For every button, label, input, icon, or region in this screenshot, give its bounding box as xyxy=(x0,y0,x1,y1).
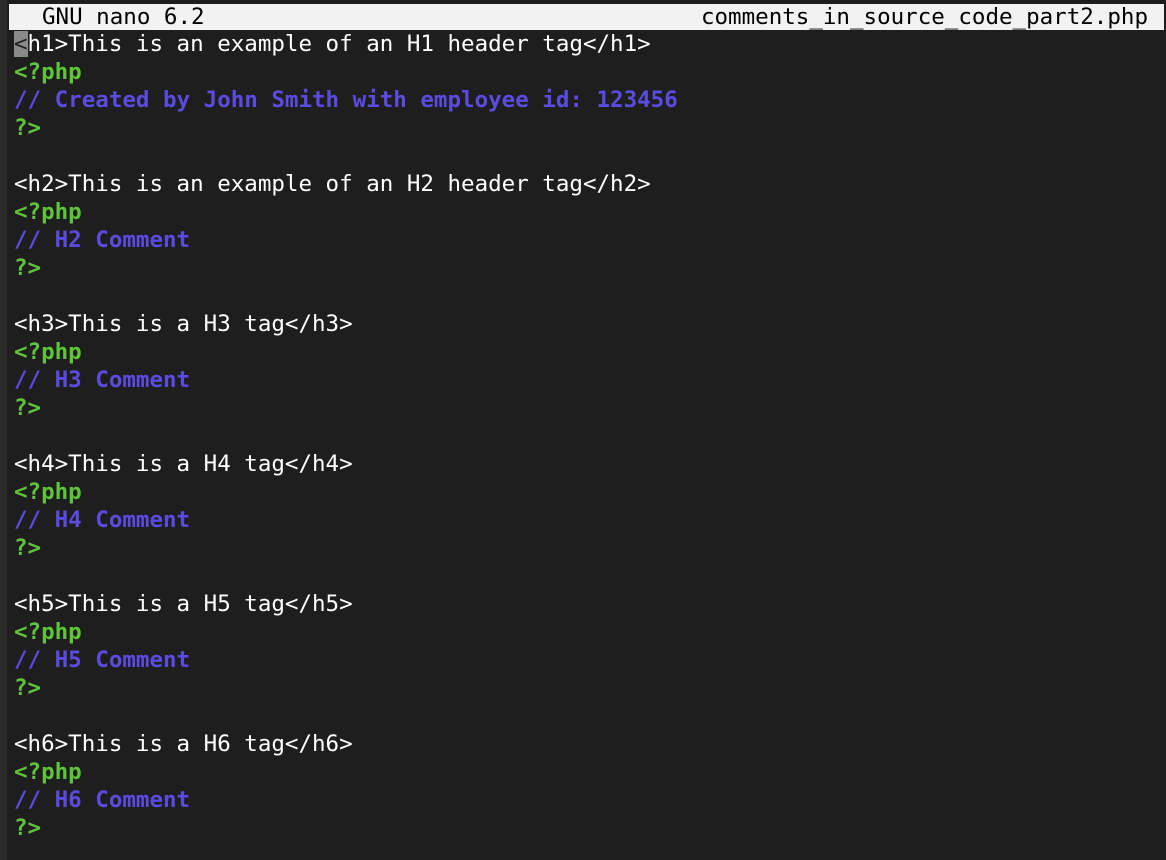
editor-line[interactable]: // H2 Comment xyxy=(14,226,1164,254)
code-text: <h5>This is a H5 tag</h5> xyxy=(14,591,353,617)
editor-line[interactable]: // H3 Comment xyxy=(14,366,1164,394)
editor-line[interactable]: ?> xyxy=(14,814,1164,842)
php-tag: ?> xyxy=(14,815,42,841)
editor-line[interactable] xyxy=(14,422,1164,450)
editor-line[interactable]: <h2>This is an example of an H2 header t… xyxy=(14,170,1164,198)
php-tag: <?php xyxy=(14,619,82,645)
editor-line[interactable]: <h4>This is a H4 tag</h4> xyxy=(14,450,1164,478)
editor-line[interactable]: <?php xyxy=(14,198,1164,226)
editor-line[interactable]: <?php xyxy=(14,758,1164,786)
editor-line[interactable]: ?> xyxy=(14,534,1164,562)
editor-line[interactable]: // Created by John Smith with employee i… xyxy=(14,86,1164,114)
nano-title-bar: GNU nano 6.2 comments_in_source_code_par… xyxy=(9,4,1164,30)
php-tag: <?php xyxy=(14,339,82,365)
php-tag: <?php xyxy=(14,199,82,225)
editor-line[interactable] xyxy=(14,142,1164,170)
file-name: comments_in_source_code_part2.php xyxy=(700,4,1148,30)
php-tag: ?> xyxy=(14,675,42,701)
php-tag: ?> xyxy=(14,395,42,421)
editor-buffer[interactable]: <h1>This is an example of an H1 header t… xyxy=(14,30,1164,842)
editor-line[interactable]: ?> xyxy=(14,394,1164,422)
php-tag: ?> xyxy=(14,255,42,281)
code-text: <h3>This is a H3 tag</h3> xyxy=(14,311,353,337)
editor-line[interactable]: ?> xyxy=(14,254,1164,282)
code-comment: // H3 Comment xyxy=(14,367,191,393)
code-text: <h6>This is a H6 tag</h6> xyxy=(14,731,353,757)
editor-line[interactable]: <h1>This is an example of an H1 header t… xyxy=(14,30,1164,58)
code-comment: // H4 Comment xyxy=(14,507,191,533)
editor-line[interactable]: ?> xyxy=(14,114,1164,142)
php-tag: <?php xyxy=(14,59,82,85)
editor-line[interactable]: <?php xyxy=(14,478,1164,506)
code-comment: // H2 Comment xyxy=(14,227,191,253)
editor-line[interactable]: <?php xyxy=(14,338,1164,366)
editor-line[interactable] xyxy=(14,562,1164,590)
php-tag: <?php xyxy=(14,479,82,505)
editor-line[interactable]: <?php xyxy=(14,618,1164,646)
code-comment: // H6 Comment xyxy=(14,787,191,813)
editor-line[interactable]: // H4 Comment xyxy=(14,506,1164,534)
editor-line[interactable]: <h3>This is a H3 tag</h3> xyxy=(14,310,1164,338)
editor-line[interactable] xyxy=(14,702,1164,730)
editor-line[interactable]: <?php xyxy=(14,58,1164,86)
php-tag: <?php xyxy=(14,759,82,785)
editor-line[interactable]: // H6 Comment xyxy=(14,786,1164,814)
editor-line[interactable]: ?> xyxy=(14,674,1164,702)
code-comment: // Created by John Smith with employee i… xyxy=(14,87,678,113)
editor-line[interactable]: <h6>This is a H6 tag</h6> xyxy=(14,730,1164,758)
window-left-edge xyxy=(0,0,7,860)
php-tag: ?> xyxy=(14,535,42,561)
terminal-window[interactable]: GNU nano 6.2 comments_in_source_code_par… xyxy=(0,0,1166,860)
editor-line[interactable]: // H5 Comment xyxy=(14,646,1164,674)
code-text: <h2>This is an example of an H2 header t… xyxy=(14,171,651,197)
editor-line[interactable] xyxy=(14,282,1164,310)
code-comment: // H5 Comment xyxy=(14,647,191,673)
text-cursor: < xyxy=(14,31,28,57)
code-text: h1>This is an example of an H1 header ta… xyxy=(27,31,651,57)
code-text: <h4>This is a H4 tag</h4> xyxy=(14,451,353,477)
editor-line[interactable]: <h5>This is a H5 tag</h5> xyxy=(14,590,1164,618)
app-name: GNU nano 6.2 xyxy=(42,4,205,30)
php-tag: ?> xyxy=(14,115,42,141)
